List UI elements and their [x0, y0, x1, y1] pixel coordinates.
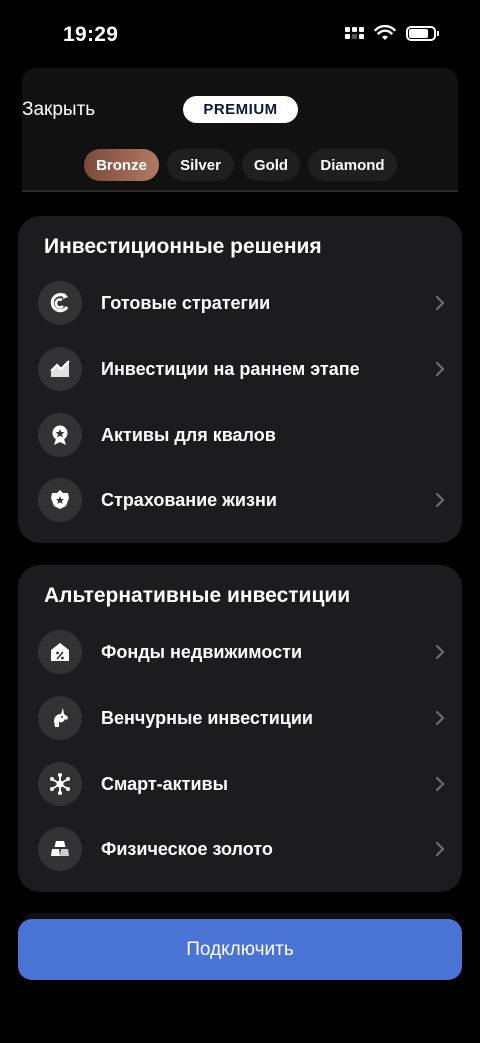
growth-chart-icon — [38, 347, 82, 391]
tier-silver[interactable]: Silver — [167, 149, 234, 181]
section-title: Альтернативные инвестиции — [44, 584, 351, 607]
wifi-icon — [374, 25, 396, 40]
premium-badge: PREMIUM — [183, 96, 298, 123]
unicorn-icon — [38, 696, 82, 740]
list-item-qualified-assets[interactable]: Активы для квалов — [38, 410, 448, 460]
list-item-smart-assets[interactable]: Смарт-активы — [38, 759, 448, 809]
list-item-label: Фонды недвижимости — [101, 641, 303, 662]
tier-diamond[interactable]: Diamond — [308, 149, 397, 181]
list-item-label: Готовые стратегии — [101, 292, 271, 313]
list-item-label: Физическое золото — [101, 838, 273, 859]
list-item-life-insurance[interactable]: Страхование жизни — [38, 475, 448, 525]
list-item-venture-investments[interactable]: Венчурные инвестиции — [38, 693, 448, 743]
shield-star-icon — [38, 478, 82, 522]
house-percent-icon — [38, 630, 82, 674]
list-item-early-stage[interactable]: Инвестиции на раннем этапе — [38, 344, 448, 394]
status-bar: 19:29 — [0, 0, 480, 70]
list-item-label: Инвестиции на раннем этапе — [101, 358, 360, 379]
connect-button[interactable]: Подключить — [18, 919, 462, 980]
list-item-ready-strategies[interactable]: Готовые стратегии — [38, 278, 448, 328]
battery-icon — [406, 25, 439, 41]
list-item-label: Страхование жизни — [101, 489, 277, 510]
status-icons — [345, 25, 439, 41]
section-title: Инвестиционные решения — [44, 235, 322, 258]
chevron-right-icon — [432, 776, 448, 792]
award-badge-icon — [38, 413, 82, 457]
list-item-real-estate-funds[interactable]: Фонды недвижимости — [38, 627, 448, 677]
chevron-right-icon — [432, 295, 448, 311]
investment-solutions-card: Инвестиционные решения Готовые стратегии… — [18, 216, 462, 543]
gold-bars-icon — [38, 827, 82, 871]
chevron-right-icon — [432, 710, 448, 726]
cellular-signal-icon — [345, 27, 364, 39]
strategy-icon — [38, 281, 82, 325]
tier-bronze[interactable]: Bronze — [84, 149, 159, 181]
sheet-divider — [22, 190, 458, 192]
list-item-label: Активы для квалов — [101, 424, 276, 445]
network-nodes-icon — [38, 762, 82, 806]
close-button[interactable]: Закрыть — [22, 99, 95, 121]
tier-selector: Bronze Silver Gold Diamond — [84, 149, 397, 181]
list-item-physical-gold[interactable]: Физическое золото — [38, 824, 448, 874]
chevron-right-icon — [432, 492, 448, 508]
tier-gold[interactable]: Gold — [242, 149, 300, 181]
list-item-label: Смарт-активы — [101, 773, 228, 794]
chevron-right-icon — [432, 841, 448, 857]
chevron-right-icon — [432, 361, 448, 377]
status-time: 19:29 — [63, 23, 119, 46]
alternative-investments-card: Альтернативные инвестиции Фонды недвижим… — [18, 565, 462, 892]
list-item-label: Венчурные инвестиции — [101, 707, 313, 728]
chevron-right-icon — [432, 644, 448, 660]
